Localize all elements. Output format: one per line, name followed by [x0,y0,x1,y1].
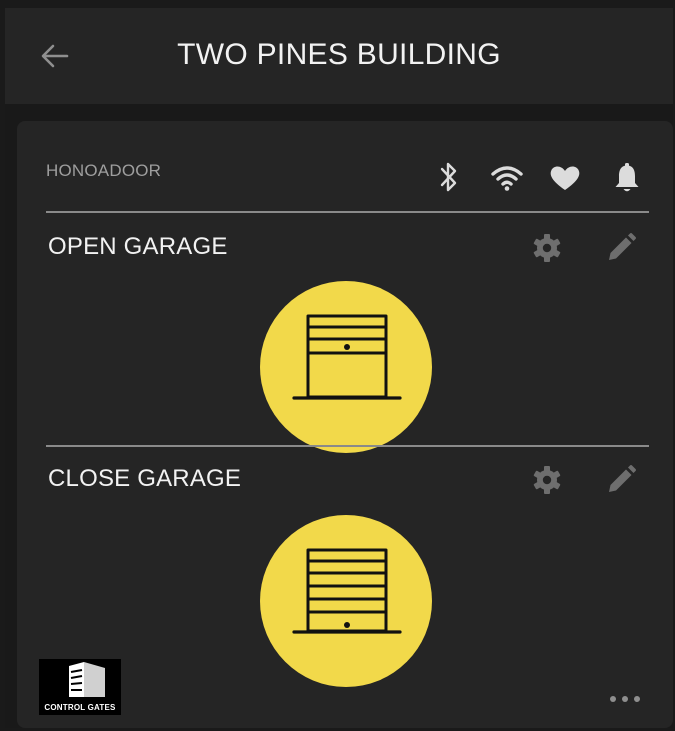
page-title: TWO PINES BUILDING [177,38,501,71]
gear-icon [533,466,561,494]
open-garage-settings-button[interactable] [530,231,564,265]
open-garage-label: OPEN GARAGE [48,233,228,260]
divider [46,445,649,447]
control-gates-logo: CONTROL GATES [39,659,121,715]
close-garage-label: CLOSE GARAGE [48,465,242,492]
garage-door-closed-icon [292,548,402,634]
device-status-icons [427,157,647,197]
device-card: HONOADOOR OPEN GARAGE CLOSE GARAGE CONTR… [17,121,673,728]
close-garage-button[interactable] [260,515,432,687]
pencil-icon [609,233,636,260]
device-name: HONOADOOR [46,161,162,180]
building-logo-icon [69,662,105,697]
gear-icon [533,234,561,262]
bluetooth-icon[interactable] [437,157,461,197]
app-frame: TWO PINES BUILDING HONOADOOR OPEN GARAGE… [5,8,673,728]
bell-icon[interactable] [607,157,647,197]
close-garage-settings-button[interactable] [530,463,564,497]
open-garage-edit-button[interactable] [604,231,638,265]
logo-text: CONTROL GATES [44,703,116,712]
more-options-button[interactable] [605,689,645,709]
app-header: TWO PINES BUILDING [5,8,673,104]
pencil-icon [609,465,636,492]
open-garage-button[interactable] [260,281,432,453]
close-garage-edit-button[interactable] [604,463,638,497]
wifi-icon[interactable] [487,157,527,197]
heart-icon[interactable] [545,157,585,197]
garage-door-open-icon [292,314,402,400]
more-horizontal-icon [610,696,640,702]
divider [46,211,649,213]
